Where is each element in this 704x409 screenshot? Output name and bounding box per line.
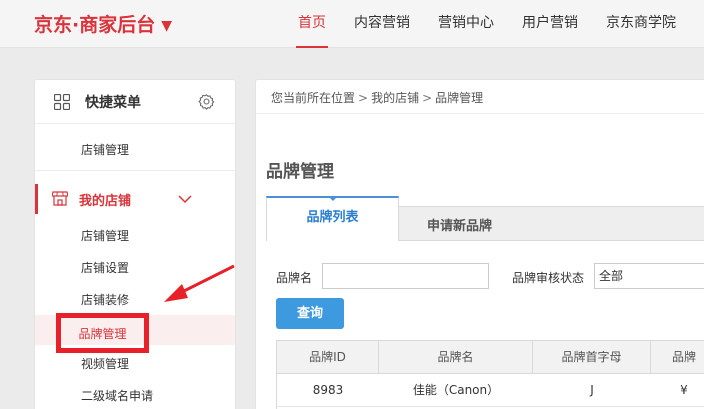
- logo-dropdown-icon[interactable]: ▼: [161, 18, 172, 34]
- sidebar-item-label: 品牌管理: [78, 326, 127, 341]
- logo-text: 京东·商家后台: [34, 14, 156, 36]
- chevron-down-icon[interactable]: [178, 194, 192, 204]
- breadcrumb-separator: >: [358, 91, 369, 105]
- column-header-brand-initial[interactable]: 品牌首字母: [533, 341, 651, 373]
- tab-brand-list[interactable]: 品牌列表: [266, 196, 399, 241]
- quick-menu-title: 快捷菜单: [85, 95, 141, 111]
- breadcrumb-divider: [256, 113, 704, 114]
- active-section-bar: [35, 184, 38, 214]
- top-nav: 首页 内容营销 营销中心 用户营销 京东商学院: [284, 0, 690, 48]
- sidebar-item-subdomain[interactable]: 二级域名申请: [81, 387, 153, 404]
- tab-label: 申请新品牌: [427, 219, 493, 234]
- nav-content-marketing[interactable]: 内容营销: [340, 0, 424, 48]
- breadcrumb-separator: >: [422, 91, 433, 105]
- breadcrumb-brand-management: 品牌管理: [435, 91, 484, 105]
- cell-brand-initial: J: [590, 383, 594, 397]
- cell-brand-name: 佳能（Canon）: [412, 383, 500, 397]
- logo[interactable]: 京东·商家后台 ▼: [34, 10, 172, 37]
- review-status-label: 品牌审核状态: [512, 271, 585, 285]
- query-button[interactable]: 查询: [276, 298, 344, 329]
- sidebar-divider: [35, 170, 235, 171]
- active-tab-caret: [328, 196, 338, 201]
- nav-user-marketing[interactable]: 用户营销: [508, 0, 592, 48]
- breadcrumb: 您当前所在位置 > 我的店铺 > 品牌管理: [271, 89, 483, 106]
- quick-item-shop-management[interactable]: 店铺管理: [81, 141, 129, 158]
- grid-icon: [54, 94, 70, 110]
- breadcrumb-prefix: 您当前所在位置: [271, 91, 356, 105]
- sidebar-item-shop-decoration[interactable]: 店铺装修: [81, 291, 129, 308]
- breadcrumb-my-shop[interactable]: 我的店铺: [371, 91, 419, 105]
- nav-home[interactable]: 首页: [284, 0, 340, 48]
- column-header-brand-id[interactable]: 品牌ID: [277, 341, 379, 373]
- nav-marketing-center[interactable]: 营销中心: [424, 0, 508, 48]
- my-shop-section[interactable]: 我的店铺: [35, 184, 235, 214]
- brand-name-input[interactable]: [322, 263, 489, 289]
- review-status-select[interactable]: 全部: [594, 263, 704, 289]
- sidebar-item-video-management[interactable]: 视频管理: [81, 355, 129, 372]
- nav-jd-academy[interactable]: 京东商学院: [592, 0, 690, 48]
- review-status-value: 全部: [599, 269, 624, 283]
- brand-name-label: 品牌名: [276, 271, 313, 285]
- cell-brand-extra: ¥: [680, 383, 688, 397]
- tab-apply-new-brand[interactable]: 申请新品牌: [399, 206, 704, 241]
- sidebar-item-brand-management[interactable]: 品牌管理: [56, 313, 149, 353]
- quick-menu-header: 快捷菜单: [35, 80, 235, 124]
- sidebar-item-shop-settings[interactable]: 店铺设置: [81, 259, 129, 276]
- table-header: 品牌ID 品牌名 品牌首字母 品牌: [277, 341, 704, 374]
- sidebar: 快捷菜单 店铺管理 我的店铺 店铺管理 店铺设置 店铺装修 品牌管理 视频管理 …: [34, 79, 236, 409]
- gear-icon[interactable]: [198, 93, 215, 110]
- column-header-brand-name[interactable]: 品牌名: [379, 341, 533, 373]
- brand-table: 品牌ID 品牌名 品牌首字母 品牌 8983 佳能（Canon） J ¥: [276, 340, 704, 409]
- tab-label: 品牌列表: [306, 210, 359, 225]
- table-row[interactable]: 8983 佳能（Canon） J ¥: [277, 374, 704, 407]
- main-content: 您当前所在位置 > 我的店铺 > 品牌管理 品牌管理 申请新品牌 品牌列表 品牌名 品牌…: [255, 79, 704, 409]
- column-header-brand-extra[interactable]: 品牌: [651, 341, 704, 373]
- my-shop-title: 我的店铺: [79, 194, 132, 209]
- sidebar-item-shop-management[interactable]: 店铺管理: [81, 227, 129, 244]
- annotation-arrow: [164, 264, 235, 302]
- top-bar: 京东·商家后台 ▼ 首页 内容营销 营销中心 用户营销 京东商学院: [0, 0, 704, 48]
- store-icon: [52, 191, 68, 206]
- cell-brand-id: 8983: [312, 383, 344, 397]
- page-title: 品牌管理: [266, 162, 334, 182]
